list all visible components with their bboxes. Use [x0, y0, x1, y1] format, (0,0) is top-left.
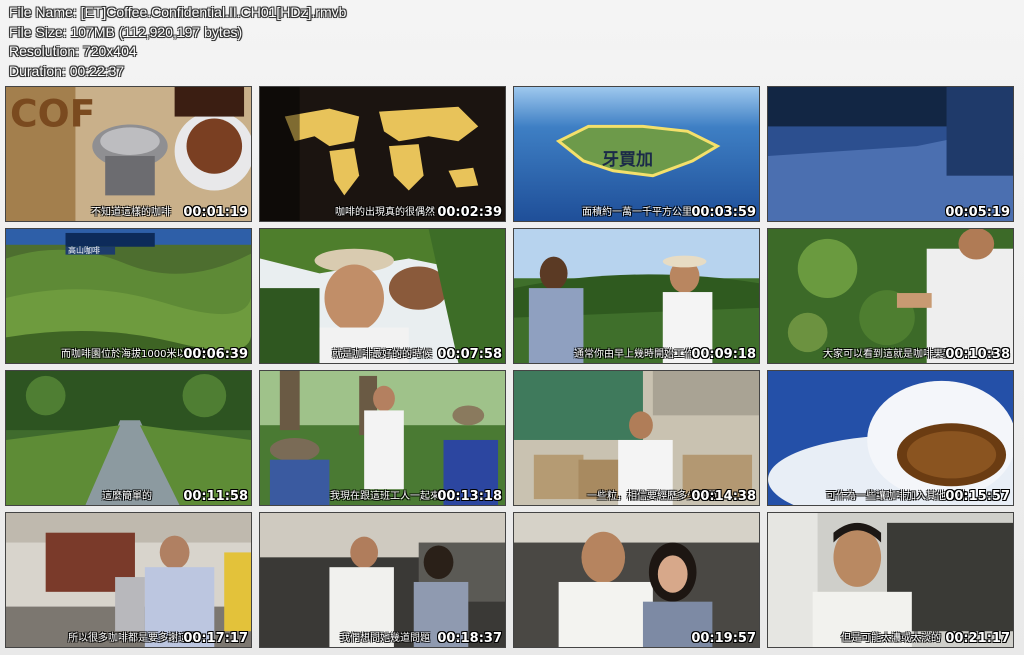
- timestamp: 00:05:19: [945, 205, 1010, 220]
- subtitle: 就是咖啡最好的的時候: [332, 349, 432, 360]
- timestamp: 00:13:18: [437, 489, 502, 504]
- svg-text:COF: COF: [10, 92, 95, 136]
- subtitle: 咖啡的出現真的很偶然: [335, 207, 435, 218]
- scene-factory-sacks: [514, 371, 759, 505]
- thumbnail-15[interactable]: 00:19:57: [513, 512, 760, 648]
- timestamp: 00:07:58: [437, 347, 502, 362]
- thumbnail-4[interactable]: 00:05:19: [767, 86, 1014, 222]
- timestamp: 00:18:37: [437, 631, 502, 646]
- subtitle: 所以很多咖啡都是要多謝這間: [68, 633, 198, 644]
- thumbnail-1[interactable]: COF 不知道這樣的咖啡 00:01:19: [5, 86, 252, 222]
- thumbnail-7[interactable]: 通常你由早上幾時開始工作 00:09:18: [513, 228, 760, 364]
- thumbnail-5[interactable]: 高山咖啡 而咖啡園位於海拔1000米以上的 00:06:39: [5, 228, 252, 364]
- thumbnail-9[interactable]: 這麼簡單的 00:11:58: [5, 370, 252, 506]
- timestamp: 00:06:39: [183, 347, 248, 362]
- thumbnail-10[interactable]: 我現在跟這班工人一起來到 00:13:18: [259, 370, 506, 506]
- scene-coffee-cherries: [768, 229, 1013, 363]
- subtitle: 這麼簡單的: [102, 491, 152, 502]
- subtitle: 面積約一萬一千平方公里: [582, 207, 692, 218]
- scene-coffee-cup: [768, 371, 1013, 505]
- scene-interview-two: [260, 513, 505, 647]
- timestamp: 00:01:19: [183, 205, 248, 220]
- scene-irrigation-canal: [6, 371, 251, 505]
- thumbnail-2[interactable]: 咖啡的出現真的很偶然 00:02:39: [259, 86, 506, 222]
- scene-man-closeup: [768, 513, 1013, 647]
- timestamp: 00:10:38: [945, 347, 1010, 362]
- thumbnail-8[interactable]: 大家可以看到這就是咖啡果實 00:10:38: [767, 228, 1014, 364]
- scene-world-map: [260, 87, 505, 221]
- thumbnail-13[interactable]: 所以很多咖啡都是要多謝這間 00:17:17: [5, 512, 252, 648]
- thumbnail-14[interactable]: 我們想問她幾道問題 00:18:37: [259, 512, 506, 648]
- thumbnail-grid: COF 不知道這樣的咖啡 00:01:19 咖啡的出現真的很偶然 00:02:3…: [0, 0, 1024, 655]
- timestamp: 00:15:57: [945, 489, 1010, 504]
- scene-three-people-field: [260, 371, 505, 505]
- timestamp: 00:02:39: [437, 205, 502, 220]
- thumbnail-16[interactable]: 但是可能太濃或太淡的 00:21:17: [767, 512, 1014, 648]
- timestamp: 00:21:17: [945, 631, 1010, 646]
- scene-cafe-counter: [6, 513, 251, 647]
- timestamp: 00:17:17: [183, 631, 248, 646]
- thumbnail-3[interactable]: 牙買加 面積約一萬一千平方公里 00:03:59: [513, 86, 760, 222]
- timestamp: 00:11:58: [183, 489, 248, 504]
- timestamp: 00:14:38: [691, 489, 756, 504]
- thumbnail-12[interactable]: 可作為一些讓咖啡加入其他咖啡 00:15:57: [767, 370, 1014, 506]
- timestamp: 00:09:18: [691, 347, 756, 362]
- subtitle: 我現在跟這班工人一起來到: [330, 491, 450, 502]
- thumbnail-11[interactable]: 一些粒，相信要經歷多少時間 00:14:38: [513, 370, 760, 506]
- scene-car-window: [768, 87, 1013, 221]
- timestamp: 00:03:59: [691, 205, 756, 220]
- banner-label: 高山咖啡: [68, 246, 100, 255]
- scene-smiling-couple: [514, 513, 759, 647]
- subtitle: 不知道這樣的咖啡: [91, 207, 171, 218]
- thumbnail-6[interactable]: 就是咖啡最好的的時候 00:07:58: [259, 228, 506, 364]
- subtitle: 我們想問她幾道問題: [340, 633, 430, 644]
- subtitle: 但是可能太濃或太淡的: [841, 633, 941, 644]
- subtitle: 大家可以看到這就是咖啡果實: [823, 349, 953, 360]
- timestamp: 00:19:57: [691, 631, 756, 646]
- map-label: 牙買加: [602, 150, 653, 170]
- scene-coffee-pot: COF: [6, 87, 251, 221]
- scene-two-men-field: [514, 229, 759, 363]
- scene-coffee-hills: [6, 229, 251, 363]
- scene-man-under-leaves: [260, 229, 505, 363]
- subtitle: 通常你由早上幾時開始工作: [574, 349, 694, 360]
